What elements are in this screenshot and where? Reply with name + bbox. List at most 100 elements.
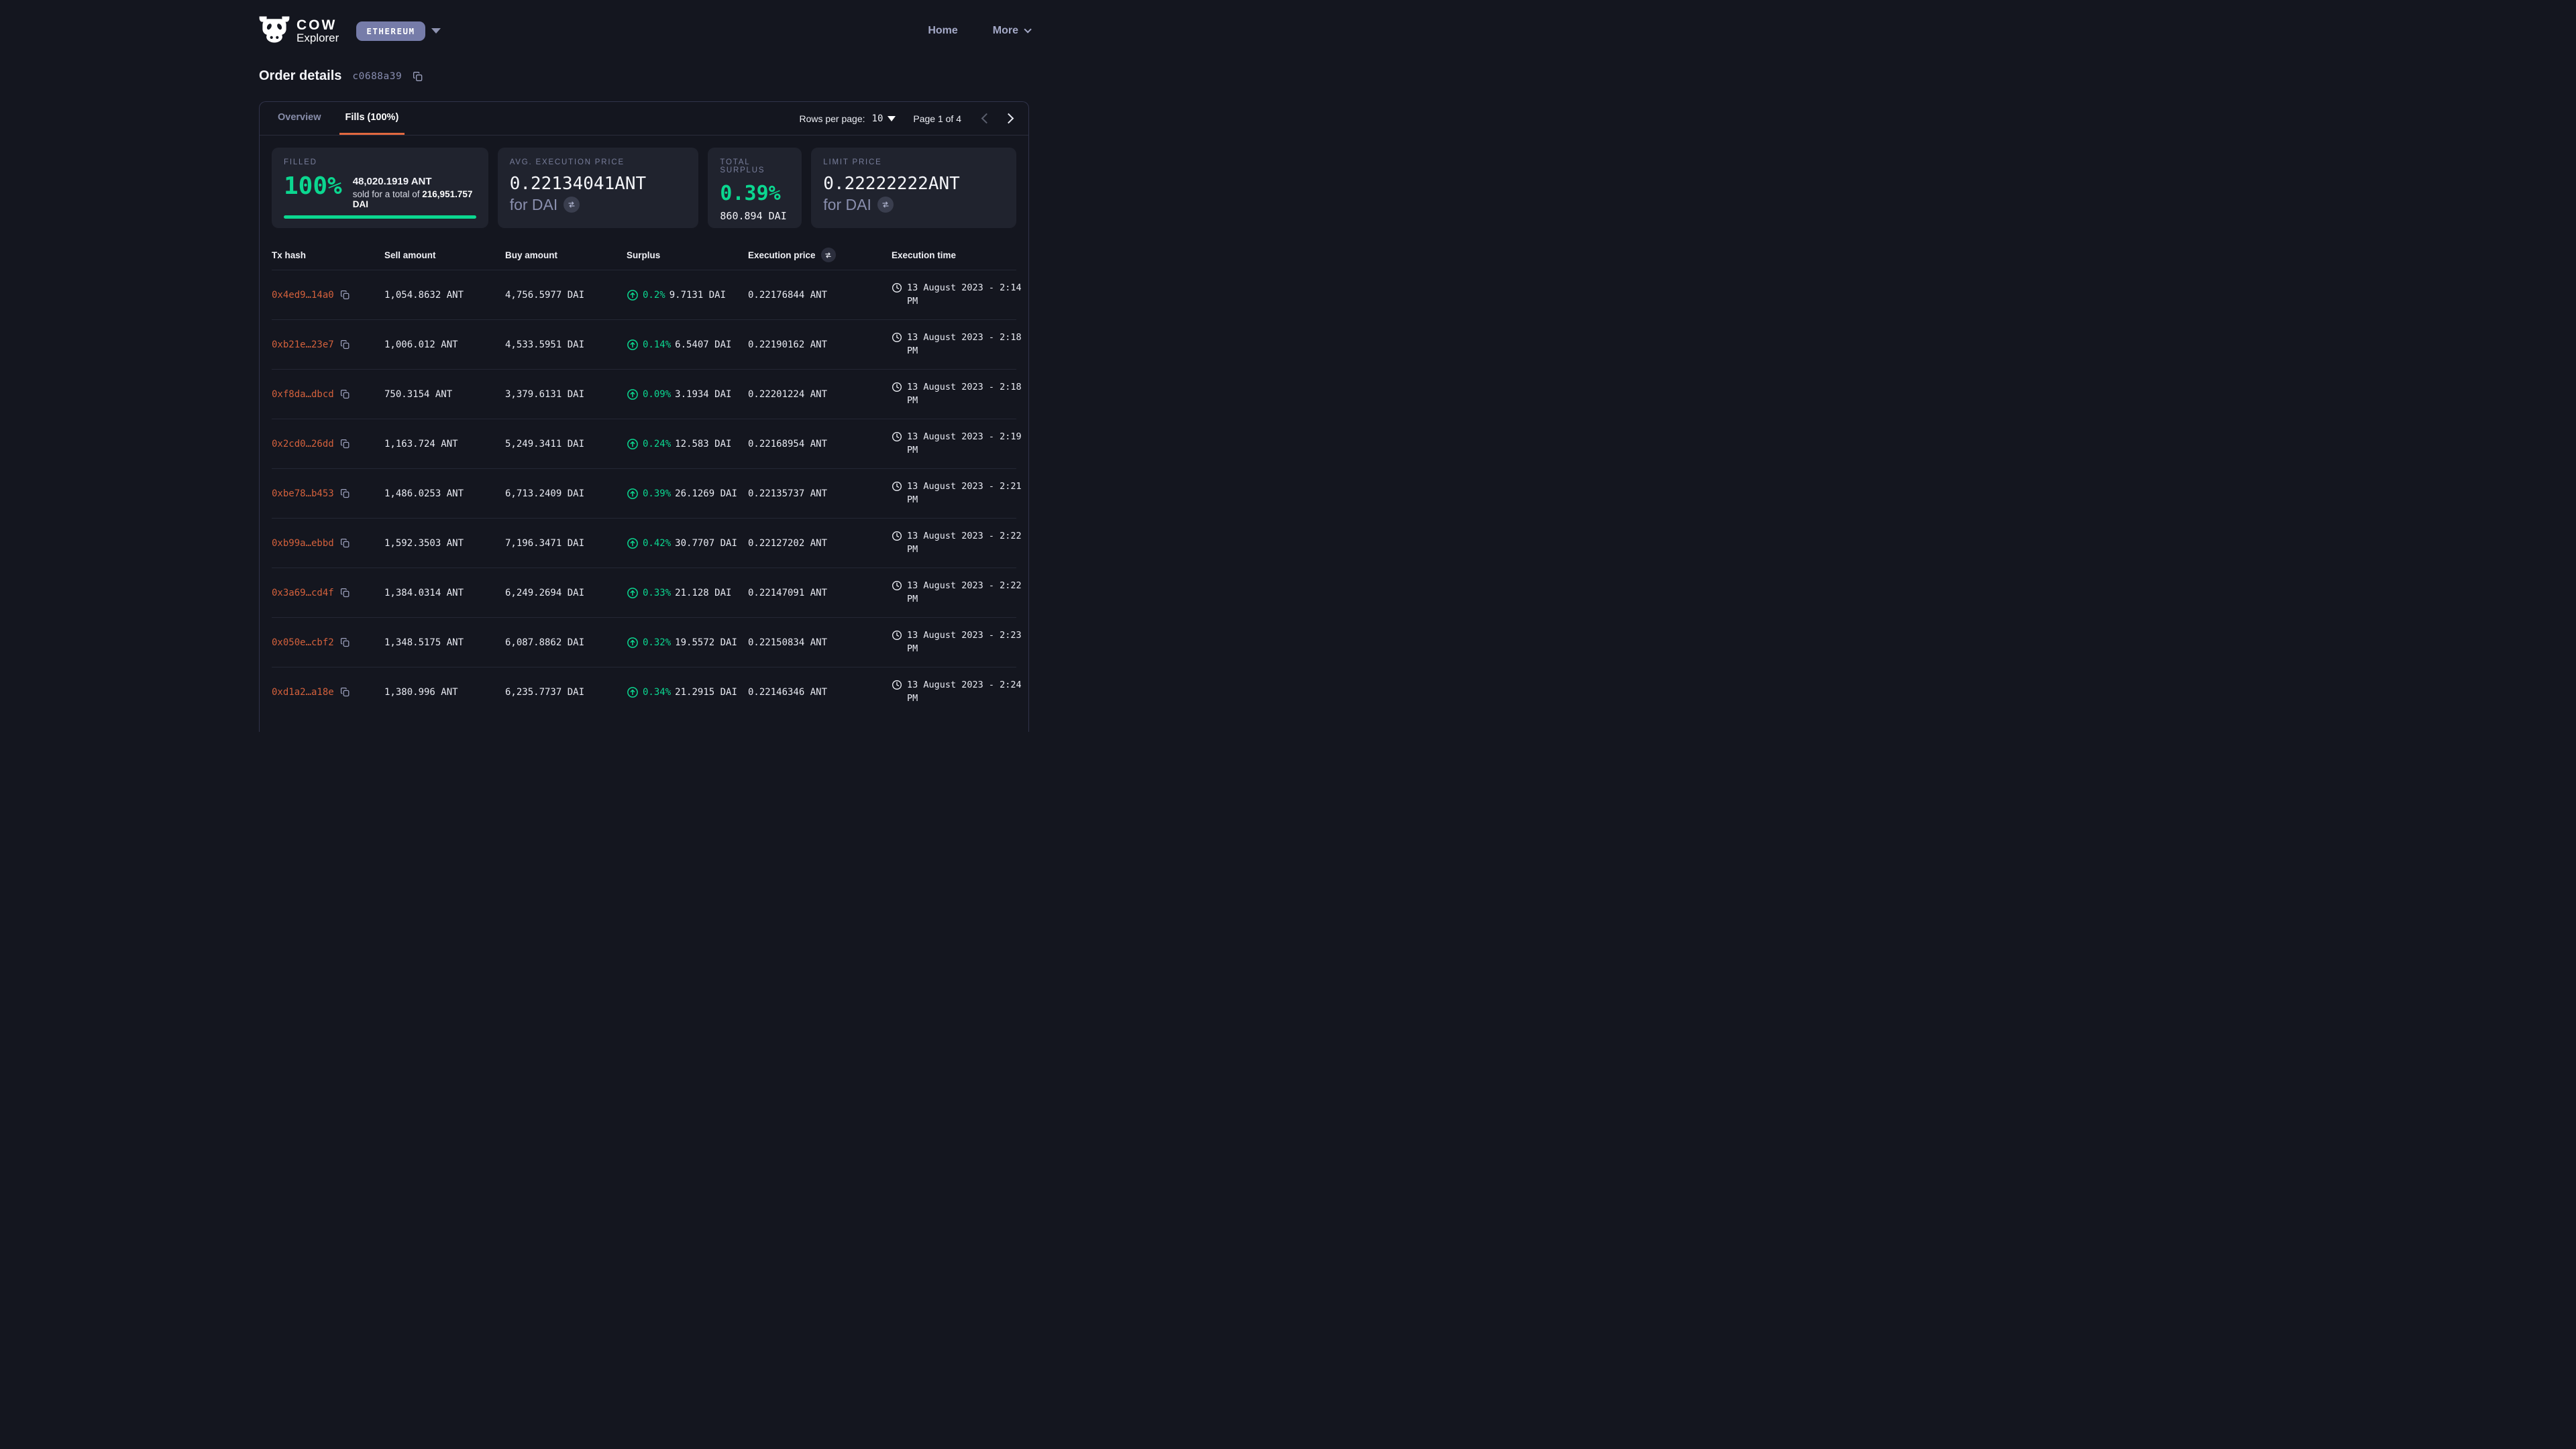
column-execution-time: Execution time — [892, 250, 1016, 260]
filled-label: FILLED — [284, 158, 476, 166]
nav-more-menu[interactable]: More — [993, 25, 1029, 37]
surplus-up-icon — [627, 587, 639, 599]
select-caret-icon — [888, 116, 896, 121]
execution-time-text: 13 August 2023 - 2:19 PM — [907, 431, 1025, 457]
execution-price-value: 0.22176844 ANT — [748, 290, 892, 301]
fill-progress-bar — [284, 215, 476, 219]
buy-amount-value: 6,249.2694 DAI — [505, 588, 627, 598]
chevron-left-icon — [981, 113, 992, 124]
sell-amount-value: 1,348.5175 ANT — [384, 637, 505, 648]
limit-price-card: LIMIT PRICE 0.22222222ANT for DAI — [811, 148, 1016, 228]
invert-limit-price-button[interactable] — [877, 197, 894, 213]
previous-page-button[interactable] — [979, 112, 994, 125]
network-selector-badge[interactable]: ETHEREUM — [356, 21, 425, 41]
execution-price-value: 0.22147091 ANT — [748, 588, 892, 598]
tab-fills[interactable]: Fills (100%) — [339, 102, 405, 135]
execution-price-value: 0.22150834 ANT — [748, 637, 892, 648]
tx-hash-link[interactable]: 0x2cd0…26dd — [272, 439, 334, 449]
order-fills-panel: Overview Fills (100%) Rows per page: 10 … — [259, 101, 1029, 732]
execution-time-value: 13 August 2023 - 2:23 PM — [892, 629, 1025, 655]
tx-hash-link[interactable]: 0xbe78…b453 — [272, 488, 334, 499]
network-caret-icon[interactable] — [431, 28, 441, 34]
sell-amount-value: 1,592.3503 ANT — [384, 538, 505, 549]
avg-price-label: AVG. EXECUTION PRICE — [510, 158, 687, 166]
execution-time-value: 13 August 2023 - 2:14 PM — [892, 282, 1025, 308]
surplus-up-icon — [627, 388, 639, 400]
tx-hash-link[interactable]: 0x050e…cbf2 — [272, 637, 334, 648]
clock-icon — [892, 382, 902, 392]
surplus-percent: 0.39% — [643, 488, 671, 499]
buy-amount-value: 7,196.3471 DAI — [505, 538, 627, 549]
copy-icon — [413, 71, 423, 82]
filled-card: FILLED 100% 48,020.1919 ANT sold for a t… — [272, 148, 488, 228]
surplus-value: 0.34%21.2915 DAI — [627, 686, 748, 698]
buy-amount-value: 5,249.3411 DAI — [505, 439, 627, 449]
execution-time-text: 13 August 2023 - 2:24 PM — [907, 679, 1025, 705]
execution-time-value: 13 August 2023 - 2:22 PM — [892, 530, 1025, 556]
clock-icon — [892, 531, 902, 541]
copy-order-id-button[interactable] — [413, 71, 423, 82]
surplus-amount: 9.7131 DAI — [669, 290, 726, 301]
execution-price-value: 0.22146346 ANT — [748, 687, 892, 698]
sell-amount-value: 1,486.0253 ANT — [384, 488, 505, 499]
tx-hash-link[interactable]: 0xd1a2…a18e — [272, 687, 334, 698]
tx-hash-link[interactable]: 0xb99a…ebbd — [272, 538, 334, 549]
surplus-up-icon — [627, 686, 639, 698]
sell-amount-value: 1,006.012 ANT — [384, 339, 505, 350]
copy-tx-hash-button[interactable] — [340, 538, 350, 548]
surplus-up-icon — [627, 488, 639, 500]
swap-arrows-icon — [824, 252, 832, 259]
copy-icon — [340, 588, 350, 598]
next-page-button[interactable] — [1001, 112, 1016, 125]
nav-home-link[interactable]: Home — [928, 25, 957, 37]
total-surplus-amount: 860.894 DAI — [720, 210, 790, 222]
brand-subtitle: Explorer — [297, 32, 339, 44]
copy-tx-hash-button[interactable] — [340, 439, 350, 449]
buy-amount-value: 6,713.2409 DAI — [505, 488, 627, 499]
surplus-up-icon — [627, 339, 639, 351]
surplus-value: 0.09%3.1934 DAI — [627, 388, 748, 400]
surplus-percent: 0.42% — [643, 538, 671, 549]
copy-tx-hash-button[interactable] — [340, 588, 350, 598]
execution-time-text: 13 August 2023 - 2:14 PM — [907, 282, 1025, 308]
surplus-percent: 0.32% — [643, 637, 671, 648]
execution-time-value: 13 August 2023 - 2:18 PM — [892, 331, 1025, 358]
sell-amount-value: 750.3154 ANT — [384, 389, 505, 400]
surplus-amount: 30.7707 DAI — [675, 538, 737, 549]
main-nav: Home More — [928, 25, 1029, 37]
invert-price-button[interactable] — [564, 197, 580, 213]
column-execution-price: Execution price — [748, 248, 892, 262]
execution-price-value: 0.22135737 ANT — [748, 488, 892, 499]
copy-icon — [340, 488, 350, 498]
cow-explorer-logo[interactable]: COW Explorer — [259, 16, 339, 46]
invert-execution-price-button[interactable] — [821, 248, 836, 262]
clock-icon — [892, 580, 902, 591]
rows-per-page-select[interactable]: 10 — [872, 113, 896, 124]
tab-overview[interactable]: Overview — [272, 102, 327, 135]
copy-tx-hash-button[interactable] — [340, 488, 350, 498]
copy-icon — [340, 290, 350, 300]
buy-amount-value: 3,379.6131 DAI — [505, 389, 627, 400]
table-row: 0x050e…cbf21,348.5175 ANT6,087.8862 DAI0… — [272, 617, 1016, 667]
avg-execution-price-card: AVG. EXECUTION PRICE 0.22134041ANT for D… — [498, 148, 699, 228]
copy-icon — [340, 339, 350, 350]
tx-hash-link[interactable]: 0x4ed9…14a0 — [272, 290, 334, 301]
avg-price-unit: for DAI — [510, 196, 558, 214]
copy-tx-hash-button[interactable] — [340, 339, 350, 350]
surplus-amount: 3.1934 DAI — [675, 389, 731, 400]
swap-arrows-icon — [881, 201, 890, 209]
page-title: Order details — [259, 68, 341, 84]
surplus-percent: 0.14% — [643, 339, 671, 350]
tx-hash-link[interactable]: 0xb21e…23e7 — [272, 339, 334, 350]
chevron-right-icon — [1004, 113, 1014, 124]
copy-tx-hash-button[interactable] — [340, 389, 350, 399]
tx-hash-link[interactable]: 0x3a69…cd4f — [272, 588, 334, 598]
copy-icon — [340, 439, 350, 449]
copy-tx-hash-button[interactable] — [340, 290, 350, 300]
table-row: 0x2cd0…26dd1,163.724 ANT5,249.3411 DAI0.… — [272, 419, 1016, 468]
tx-hash-link[interactable]: 0xf8da…dbcd — [272, 389, 334, 400]
surplus-up-icon — [627, 438, 639, 450]
table-row: 0xd1a2…a18e1,380.996 ANT6,235.7737 DAI0.… — [272, 667, 1016, 716]
copy-tx-hash-button[interactable] — [340, 637, 350, 647]
copy-tx-hash-button[interactable] — [340, 687, 350, 697]
